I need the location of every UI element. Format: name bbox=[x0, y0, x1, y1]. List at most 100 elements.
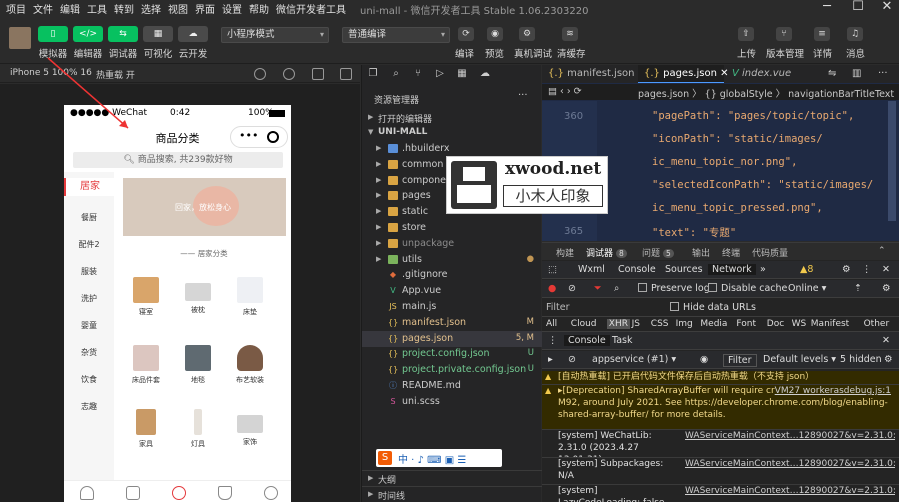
network-type-filter[interactable]: Doc bbox=[767, 319, 784, 329]
open-editors-section[interactable]: ▶ 打开的编辑器 bbox=[362, 110, 542, 126]
code-line[interactable]: "selectedIconPath": "static/images/ bbox=[652, 179, 873, 191]
hot-reload-toggle[interactable]: 热重载 开 bbox=[96, 68, 135, 81]
refresh-icon[interactable]: ⟳ bbox=[458, 27, 474, 41]
record-icon[interactable]: ● bbox=[548, 283, 556, 294]
console-source-link[interactable]: WAServiceMainContext…12890027&v=2.31.0:1 bbox=[685, 458, 895, 470]
dock-icon[interactable]: ⋮ bbox=[862, 264, 872, 275]
code-line[interactable]: "pagePath": "pages/topic/topic", bbox=[652, 110, 854, 122]
folder-item[interactable]: ▶ store bbox=[362, 220, 542, 236]
eye-icon[interactable]: ◉ bbox=[700, 354, 708, 365]
sidebar-toggle-icon[interactable]: ▸ bbox=[548, 354, 553, 365]
visual-tool[interactable]: ▦ 可视化 bbox=[143, 26, 173, 60]
product-item[interactable]: 布艺软装 bbox=[228, 345, 272, 385]
search-input[interactable]: 🔍︎ 商品搜索, 共239款好物 bbox=[73, 152, 283, 168]
tab-wxml[interactable]: Wxml bbox=[578, 264, 605, 275]
gear-icon[interactable]: ⚙ bbox=[842, 264, 851, 275]
network-type-filter[interactable]: CSS bbox=[651, 319, 669, 329]
category-icon[interactable] bbox=[172, 486, 186, 500]
file-item[interactable]: {} project.config.json U bbox=[362, 346, 542, 362]
mode-select[interactable]: 小程序模式 ▾ bbox=[221, 27, 329, 43]
warning-count[interactable]: ▲8 bbox=[800, 264, 813, 275]
file-item[interactable]: {} project.private.config.json U bbox=[362, 362, 542, 378]
maximize-icon[interactable]: ☐ bbox=[850, 0, 866, 16]
search-icon[interactable]: ⌕ bbox=[390, 68, 402, 80]
filter-icon[interactable]: ⏷ bbox=[594, 283, 602, 294]
file-item[interactable]: V App.vue bbox=[362, 283, 542, 299]
timeline-section[interactable]: ▶ 时间线 bbox=[362, 486, 542, 502]
category-item[interactable]: 婴童 bbox=[64, 320, 114, 331]
menu-icon[interactable]: ≡ bbox=[814, 27, 830, 41]
console-source-link[interactable]: VM27 workerasdebug.js:1 bbox=[774, 385, 891, 397]
compile-button[interactable]: 编译 bbox=[455, 46, 474, 60]
devtools-tab[interactable]: 调试器 8 bbox=[586, 246, 627, 259]
file-item[interactable]: ⓘ README.md bbox=[362, 378, 542, 394]
network-type-filter[interactable]: XHR bbox=[606, 319, 630, 329]
version-button[interactable]: 版本管理 bbox=[766, 46, 804, 60]
branch-icon[interactable]: ⑂ bbox=[776, 27, 792, 41]
messages-button[interactable]: 消息 bbox=[846, 46, 865, 60]
upload-icon[interactable]: ⇡ bbox=[854, 283, 862, 294]
category-item[interactable]: 配件2 bbox=[64, 239, 114, 250]
devtools-tab[interactable]: 代码质量 bbox=[752, 246, 788, 259]
more-icon[interactable]: ••• bbox=[239, 129, 258, 142]
product-item[interactable]: 家具 bbox=[124, 409, 168, 449]
menu-file[interactable]: 文件 bbox=[33, 1, 53, 16]
home-icon[interactable] bbox=[80, 486, 94, 500]
devtools-tab[interactable]: 问题 5 bbox=[642, 246, 674, 259]
menu-help[interactable]: 帮助 bbox=[249, 1, 269, 16]
category-item[interactable]: 志趣 bbox=[64, 401, 114, 412]
close-icon[interactable]: ✕ bbox=[882, 335, 890, 346]
extensions-icon[interactable]: ▦ bbox=[456, 68, 468, 80]
bell-icon[interactable]: ♫ bbox=[847, 27, 863, 41]
category-item[interactable]: 杂货 bbox=[64, 347, 114, 358]
tab-sources[interactable]: Sources bbox=[665, 264, 703, 275]
network-type-filter[interactable]: JS bbox=[632, 319, 640, 329]
product-item[interactable]: 被枕 bbox=[176, 277, 220, 315]
gear-icon[interactable]: ⚙ bbox=[884, 354, 893, 365]
devtools-tab[interactable]: 输出 bbox=[692, 246, 710, 259]
more-icon[interactable]: ··· bbox=[518, 90, 528, 101]
tab-index-vue[interactable]: V index.vue bbox=[732, 65, 806, 83]
product-item[interactable]: 家饰 bbox=[228, 409, 272, 447]
levels-select[interactable]: Default levels ▾ bbox=[763, 354, 836, 365]
folder-item[interactable]: ▶ unpackage bbox=[362, 236, 542, 252]
clear-icon[interactable]: ⊘ bbox=[568, 283, 576, 294]
search-icon[interactable]: ⌕ bbox=[614, 283, 619, 294]
upload-icon[interactable]: ⇧ bbox=[738, 27, 754, 41]
eye-icon[interactable]: ◉ bbox=[487, 27, 503, 41]
menu-settings[interactable]: 设置 bbox=[222, 1, 242, 16]
console-filter-input[interactable]: Filter bbox=[723, 354, 757, 367]
network-type-filter[interactable]: All bbox=[546, 319, 557, 329]
console-message[interactable]: [system] WeChatLib: 2.31.0 (2023.4.27 13… bbox=[542, 430, 899, 458]
close-icon[interactable]: ✕ bbox=[882, 264, 890, 275]
network-type-filter[interactable]: Media bbox=[700, 319, 727, 329]
avatar[interactable] bbox=[9, 27, 31, 49]
file-item[interactable]: ◆ .gitignore bbox=[362, 267, 542, 283]
cloud-icon[interactable]: ☁ bbox=[479, 68, 491, 80]
context-select[interactable]: appservice (#1) ▾ bbox=[592, 354, 676, 365]
chevron-right-icon[interactable]: » bbox=[760, 264, 766, 275]
menu-devtools[interactable]: 微信开发者工具 bbox=[276, 1, 346, 16]
network-type-filter[interactable]: Cloud bbox=[571, 319, 597, 329]
preserve-log-checkbox[interactable]: Preserve log bbox=[638, 283, 710, 294]
user-icon[interactable] bbox=[264, 486, 278, 500]
debug-run-icon[interactable]: ▷ bbox=[434, 68, 446, 80]
more-icon[interactable]: ··· bbox=[878, 68, 888, 79]
folder-item[interactable]: ▶ .hbuilderx bbox=[362, 141, 542, 157]
file-item[interactable]: {} pages.json 5, M bbox=[362, 330, 542, 347]
details-button[interactable]: 详情 bbox=[813, 46, 832, 60]
editor-scrollbar[interactable] bbox=[888, 101, 896, 221]
throttle-select[interactable]: Online ▾ bbox=[788, 283, 826, 294]
file-item[interactable]: JS main.js bbox=[362, 299, 542, 315]
category-item[interactable]: 饮食 bbox=[64, 374, 114, 385]
device-icon[interactable] bbox=[312, 68, 324, 80]
record-icon[interactable] bbox=[254, 68, 266, 80]
category-item[interactable]: 居家 bbox=[64, 178, 114, 196]
menu-view[interactable]: 视图 bbox=[168, 1, 188, 16]
capsule-button[interactable]: ••• bbox=[230, 126, 288, 148]
compile-select[interactable]: 普通编译 ▾ bbox=[342, 27, 450, 43]
drawer-tab-console[interactable]: Console bbox=[564, 335, 610, 346]
pop-out-icon[interactable] bbox=[340, 68, 352, 80]
code-line[interactable]: ic_menu_topic_pressed.png", bbox=[652, 202, 823, 214]
disable-cache-checkbox[interactable]: Disable cache bbox=[708, 283, 787, 294]
